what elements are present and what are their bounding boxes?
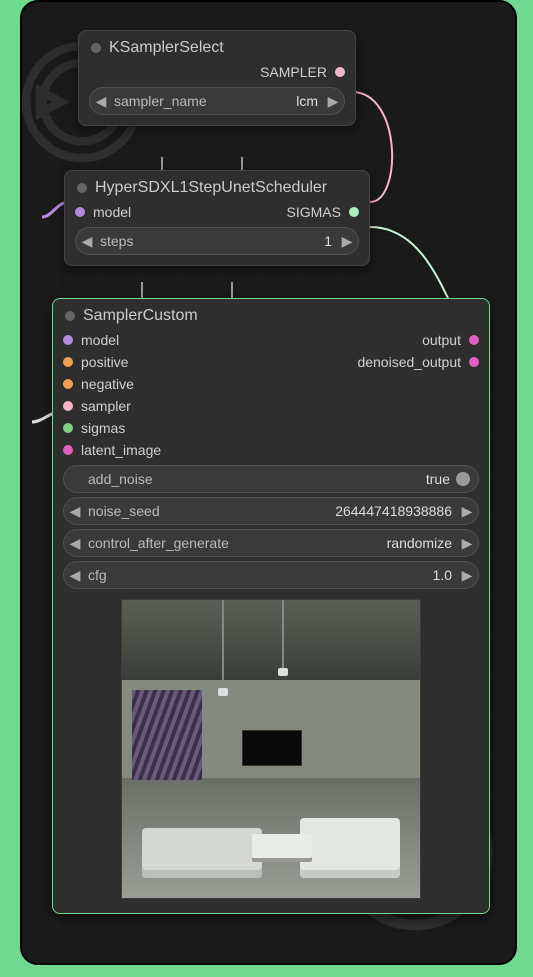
widget-value: true (153, 471, 456, 487)
node-title[interactable]: HyperSDXL1StepUnetScheduler (65, 171, 369, 201)
io-row-1: model output (53, 329, 489, 351)
collapse-dot-icon[interactable] (91, 43, 101, 53)
output-row-sigmas: SIGMAS (287, 204, 359, 220)
node-title-text: KSamplerSelect (109, 39, 224, 57)
widget-cfg[interactable]: ◀ cfg 1.0 ▶ (63, 561, 479, 589)
app-frame: KSamplerSelect SAMPLER ◀ sampler_name lc… (20, 0, 517, 965)
node-ksampler-select[interactable]: KSamplerSelect SAMPLER ◀ sampler_name lc… (78, 30, 356, 126)
input-label: sampler (81, 398, 131, 414)
chevron-left-icon[interactable]: ◀ (66, 503, 84, 520)
widget-value: 1.0 (107, 567, 458, 583)
output-socket-icon[interactable] (335, 67, 345, 77)
input-label: negative (81, 376, 134, 392)
collapse-dot-icon[interactable] (77, 183, 87, 193)
node-title-text: HyperSDXL1StepUnetScheduler (95, 179, 327, 197)
widget-add-noise[interactable]: add_noise true (63, 465, 479, 493)
widget-label: control_after_generate (84, 535, 229, 551)
input-socket-icon[interactable] (63, 423, 73, 433)
chevron-left-icon[interactable]: ◀ (92, 93, 110, 110)
chevron-right-icon[interactable]: ▶ (458, 567, 476, 584)
output-label: denoised_output (357, 354, 461, 370)
node-sampler-custom[interactable]: SamplerCustom model output positive deno… (52, 298, 490, 914)
output-row-sampler: SAMPLER (79, 61, 355, 83)
chevron-left-icon[interactable]: ◀ (78, 233, 96, 250)
output-row-denoised: denoised_output (357, 354, 479, 370)
chevron-left-icon[interactable]: ◀ (66, 567, 84, 584)
chevron-right-icon[interactable]: ▶ (458, 535, 476, 552)
widget-label: sampler_name (110, 93, 207, 109)
input-row-sigmas: sigmas (53, 417, 489, 439)
output-socket-icon[interactable] (349, 207, 359, 217)
widget-value: lcm (207, 93, 324, 109)
input-row-model: model (75, 204, 131, 220)
widget-control-after-generate[interactable]: ◀ control_after_generate randomize ▶ (63, 529, 479, 557)
input-label: latent_image (81, 442, 161, 458)
chevron-right-icon[interactable]: ▶ (338, 233, 356, 250)
input-socket-icon[interactable] (63, 335, 73, 345)
widget-sampler-name[interactable]: ◀ sampler_name lcm ▶ (89, 87, 345, 115)
preview-image[interactable] (121, 599, 421, 899)
output-row-output: output (422, 332, 479, 348)
input-socket-icon[interactable] (63, 401, 73, 411)
output-label: SAMPLER (260, 64, 327, 80)
widget-label: steps (96, 233, 133, 249)
widget-value: 264447418938886 (160, 503, 458, 519)
widget-value: randomize (229, 535, 458, 551)
input-row-positive: positive (63, 354, 128, 370)
input-label: sigmas (81, 420, 125, 436)
io-row: model SIGMAS (65, 201, 369, 223)
input-socket-icon[interactable] (75, 207, 85, 217)
toggle-dot-icon[interactable] (456, 472, 470, 486)
input-label: model (93, 204, 131, 220)
node-title-text: SamplerCustom (83, 307, 198, 325)
node-title[interactable]: SamplerCustom (53, 299, 489, 329)
widget-label: noise_seed (84, 503, 160, 519)
input-row-model: model (63, 332, 119, 348)
input-label: positive (81, 354, 128, 370)
chevron-left-icon[interactable]: ◀ (66, 535, 84, 552)
widget-label: cfg (84, 567, 107, 583)
io-row-2: positive denoised_output (53, 351, 489, 373)
collapse-dot-icon[interactable] (65, 311, 75, 321)
chevron-right-icon[interactable]: ▶ (324, 93, 342, 110)
widget-label: add_noise (84, 471, 153, 487)
input-row-sampler: sampler (53, 395, 489, 417)
widget-value: 1 (133, 233, 338, 249)
output-socket-icon[interactable] (469, 335, 479, 345)
output-socket-icon[interactable] (469, 357, 479, 367)
widget-steps[interactable]: ◀ steps 1 ▶ (75, 227, 359, 255)
input-row-latent-image: latent_image (53, 439, 489, 461)
chevron-right-icon[interactable]: ▶ (458, 503, 476, 520)
input-socket-icon[interactable] (63, 357, 73, 367)
output-label: output (422, 332, 461, 348)
input-label: model (81, 332, 119, 348)
widget-noise-seed[interactable]: ◀ noise_seed 264447418938886 ▶ (63, 497, 479, 525)
input-row-negative: negative (53, 373, 489, 395)
node-hypersdxl-scheduler[interactable]: HyperSDXL1StepUnetScheduler model SIGMAS… (64, 170, 370, 266)
output-label: SIGMAS (287, 204, 341, 220)
input-socket-icon[interactable] (63, 445, 73, 455)
input-socket-icon[interactable] (63, 379, 73, 389)
node-title[interactable]: KSamplerSelect (79, 31, 355, 61)
